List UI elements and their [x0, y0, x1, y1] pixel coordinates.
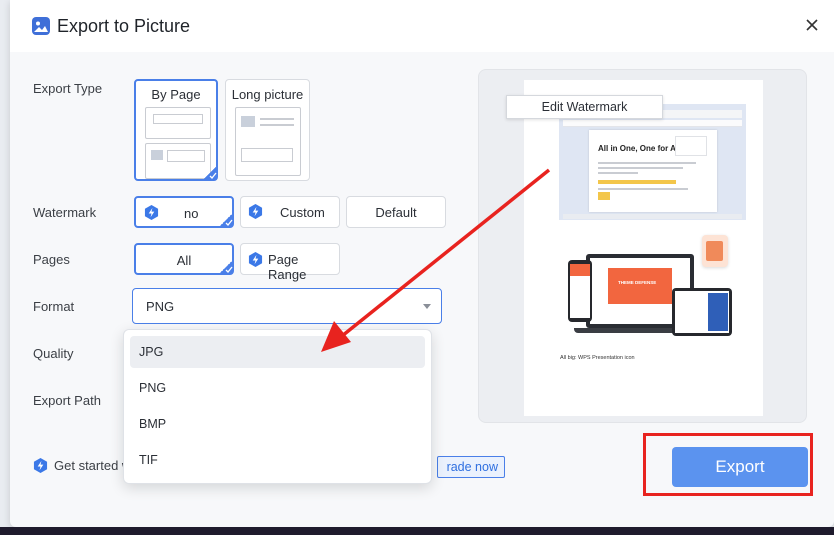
pages-option-all[interactable]: All [134, 243, 234, 275]
pages-option-page-range-label: Page Range [268, 252, 307, 282]
format-option-bmp[interactable]: BMP [130, 408, 425, 440]
format-label: Format [33, 299, 75, 314]
watermark-option-default-label: Default [375, 205, 417, 220]
watermark-option-custom-label: Custom [280, 205, 325, 220]
devices-mockup-image: THEME DEFENSE [560, 235, 735, 345]
chevron-down-icon [423, 304, 431, 309]
long-picture-thumbnail [235, 107, 301, 176]
export-path-label: Export Path [33, 393, 101, 408]
watermark-option-default[interactable]: Default [346, 196, 446, 228]
premium-bolt-icon [33, 458, 48, 473]
quality-label: Quality [33, 346, 74, 361]
export-button[interactable]: Export [672, 447, 808, 487]
document-screenshot-image: All in One, One for All [559, 104, 746, 220]
premium-bolt-icon [248, 252, 263, 267]
format-dropdown: JPG PNG BMP TIF [123, 329, 432, 484]
watermark-option-no-label: no [184, 206, 199, 221]
upsell-banner: Get started w [33, 458, 131, 473]
page-thumbnail [145, 107, 211, 139]
page-thumbnail [145, 143, 211, 179]
export-type-by-page-label: By Page [151, 87, 201, 102]
upsell-text: Get started w [54, 458, 132, 473]
preview-panel: All in One, One for All THEME DEFENSE Al… [478, 69, 807, 423]
dialog-title: Export to Picture [57, 16, 191, 36]
export-type-label: Export Type [33, 81, 103, 96]
pages-option-all-label: All [176, 253, 192, 268]
selected-check-icon [219, 260, 233, 274]
format-select[interactable]: PNG [132, 288, 442, 324]
edit-watermark-tag[interactable]: Edit Watermark [506, 95, 663, 119]
premium-bolt-icon [144, 205, 159, 220]
format-option-jpg[interactable]: JPG [130, 336, 425, 368]
document-caption: All big: WPS Presentation icon [560, 355, 635, 361]
selected-check-icon [219, 213, 233, 227]
format-option-png[interactable]: PNG [130, 372, 425, 404]
document-heading: All in One, One for All [598, 144, 681, 153]
watermark-option-custom[interactable]: Custom [240, 196, 340, 228]
format-select-value: PNG [146, 299, 175, 314]
close-icon[interactable] [804, 17, 820, 33]
dialog-titlebar: Export to Picture [10, 0, 834, 52]
selected-check-icon [203, 166, 217, 180]
export-type-by-page[interactable]: By Page [134, 79, 218, 181]
pages-label: Pages [33, 252, 70, 267]
pages-option-page-range[interactable]: Page Range [240, 243, 340, 282]
background-taskbar-strip [0, 527, 834, 535]
picture-icon [32, 17, 50, 35]
export-type-long-picture[interactable]: Long picture [225, 79, 310, 181]
upgrade-now-button[interactable]: rade now [437, 456, 505, 478]
format-option-tif[interactable]: TIF [130, 444, 425, 476]
watermark-option-no[interactable]: no [134, 196, 234, 228]
premium-bolt-icon [248, 204, 263, 219]
export-type-long-picture-label: Long picture [231, 87, 304, 102]
watermark-label: Watermark [33, 205, 97, 220]
preview-page: All in One, One for All THEME DEFENSE Al… [524, 80, 763, 416]
hero-text: THEME DEFENSE [618, 280, 657, 285]
